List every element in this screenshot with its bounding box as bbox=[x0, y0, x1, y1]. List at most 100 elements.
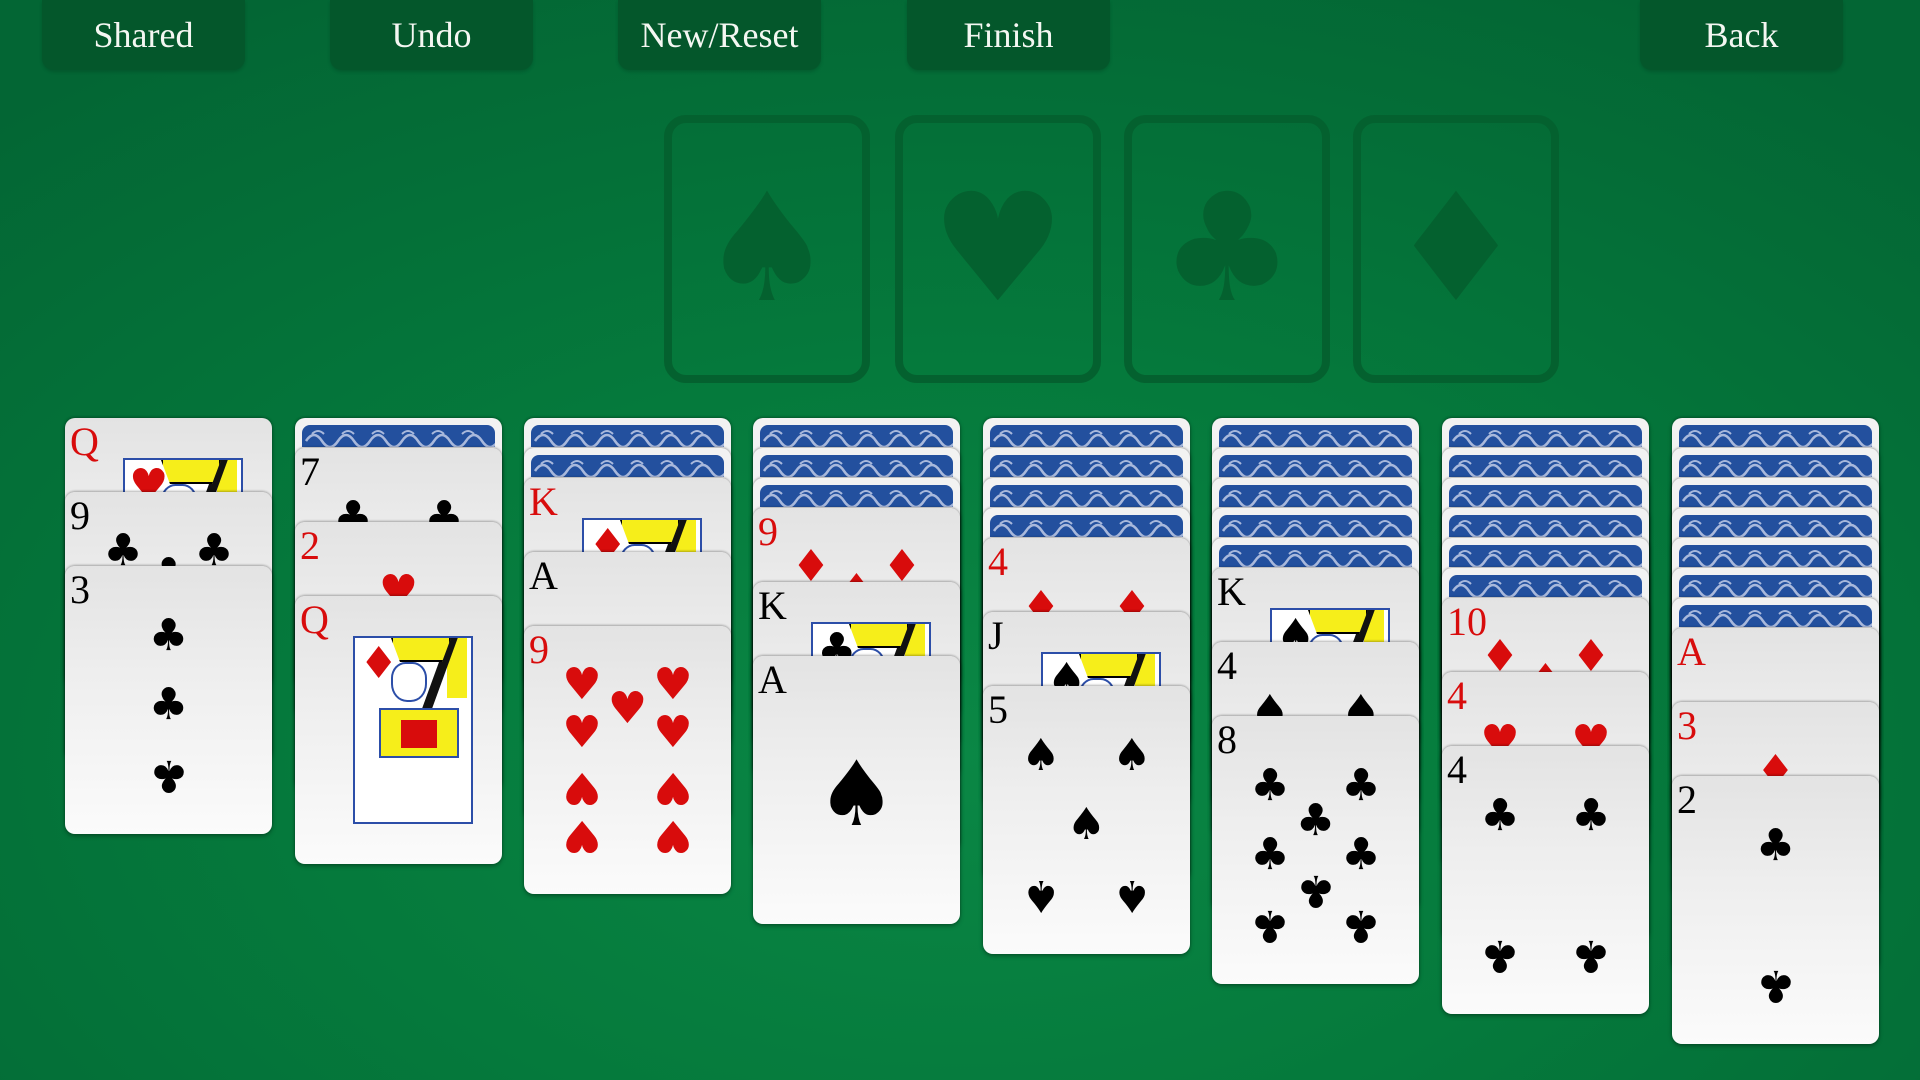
card-back-pattern bbox=[1219, 545, 1412, 567]
undo-button[interactable]: Undo bbox=[330, 0, 533, 70]
card-4-club[interactable]: 4 ♣ ♣ ♣ ♣ bbox=[1442, 746, 1649, 1014]
card-rank: 2 bbox=[300, 523, 320, 568]
card-rank: Q bbox=[70, 419, 99, 464]
card-A-spade[interactable]: A ♠ bbox=[753, 656, 960, 924]
heart-icon: ♥ bbox=[653, 658, 693, 710]
card-back-pattern bbox=[1679, 425, 1872, 447]
card-rank: A bbox=[1677, 629, 1706, 674]
face-card-portrait: ♦ bbox=[353, 636, 473, 824]
card-back-pattern bbox=[1449, 485, 1642, 507]
card-rank: 4 bbox=[1447, 747, 1467, 792]
club-icon: ♣ bbox=[1341, 900, 1381, 952]
spade-icon: ♠ bbox=[1021, 729, 1061, 781]
club-icon: ♣ bbox=[1571, 930, 1611, 982]
card-rank: K bbox=[758, 583, 787, 628]
foundation-clubs[interactable]: ♣ bbox=[1124, 115, 1330, 383]
card-back-pattern bbox=[1219, 425, 1412, 447]
card-back-pattern bbox=[531, 455, 724, 477]
card-8-club[interactable]: 8 ♣ ♣ ♣ ♣ ♣ ♣ ♣ ♣ bbox=[1212, 716, 1419, 984]
card-rank: Q bbox=[300, 597, 329, 642]
spade-icon: ♠ bbox=[1112, 870, 1152, 922]
foundation-diamonds[interactable]: ♦ bbox=[1353, 115, 1559, 383]
card-rank: 7 bbox=[300, 449, 320, 494]
spade-icon: ♠ bbox=[1112, 729, 1152, 781]
card-back-pattern bbox=[1449, 575, 1642, 597]
club-icon: ♣ bbox=[1755, 819, 1796, 871]
card-rank: 3 bbox=[70, 567, 90, 612]
card-rank: 2 bbox=[1677, 777, 1697, 822]
club-icon: ♣ bbox=[1250, 829, 1290, 881]
finish-button[interactable]: Finish bbox=[907, 0, 1110, 70]
heart-icon: ♥ bbox=[653, 707, 693, 759]
card-back-pattern bbox=[1679, 575, 1872, 597]
spade-icon: ♠ bbox=[699, 162, 835, 336]
card-back-pattern bbox=[990, 425, 1183, 447]
club-icon: ♣ bbox=[1250, 759, 1290, 811]
heart-icon: ♥ bbox=[562, 810, 602, 862]
heart-icon: ♥ bbox=[562, 707, 602, 759]
diamond-icon: ♦ bbox=[1388, 162, 1524, 336]
card-rank: 4 bbox=[1217, 643, 1237, 688]
card-back-pattern bbox=[1219, 485, 1412, 507]
heart-icon: ♥ bbox=[607, 683, 648, 735]
heart-icon: ♥ bbox=[562, 658, 602, 710]
card-back-pattern bbox=[1679, 485, 1872, 507]
club-icon: ♣ bbox=[1341, 829, 1381, 881]
club-icon: ♣ bbox=[1480, 789, 1520, 841]
card-back-pattern bbox=[1219, 515, 1412, 537]
card-back-pattern bbox=[1679, 545, 1872, 567]
club-icon: ♣ bbox=[148, 750, 189, 802]
card-rank: 9 bbox=[70, 493, 90, 538]
club-icon: ♣ bbox=[1341, 759, 1381, 811]
card-Q-diamond[interactable]: Q ♦ bbox=[295, 596, 502, 864]
card-rank: 3 bbox=[1677, 703, 1697, 748]
card-back-pattern bbox=[1449, 515, 1642, 537]
spade-icon: ♠ bbox=[1066, 799, 1107, 851]
card-3-club[interactable]: 3 ♣ ♣ ♣ bbox=[65, 566, 272, 834]
club-icon: ♣ bbox=[1295, 794, 1336, 846]
card-back-pattern bbox=[302, 425, 495, 447]
card-back-pattern bbox=[990, 485, 1183, 507]
club-icon: ♣ bbox=[1250, 900, 1290, 952]
card-back-pattern bbox=[1679, 455, 1872, 477]
back-button[interactable]: Back bbox=[1640, 0, 1843, 70]
heart-icon: ♥ bbox=[653, 761, 693, 813]
card-rank: 9 bbox=[529, 627, 549, 672]
card-back-pattern bbox=[1449, 425, 1642, 447]
shared-button[interactable]: Shared bbox=[42, 0, 245, 70]
card-rank: 4 bbox=[1447, 673, 1467, 718]
club-icon: ♣ bbox=[148, 679, 189, 731]
club-icon: ♣ bbox=[148, 609, 189, 661]
diamond-icon: ♦ bbox=[359, 638, 399, 689]
card-back-pattern bbox=[1449, 545, 1642, 567]
card-rank: K bbox=[529, 479, 558, 524]
card-5-spade[interactable]: 5 ♠ ♠ ♠ ♠ ♠ bbox=[983, 686, 1190, 954]
heart-icon: ♥ bbox=[653, 810, 693, 862]
card-rank: K bbox=[1217, 569, 1246, 614]
card-back-pattern bbox=[1679, 605, 1872, 627]
card-back-pattern bbox=[990, 515, 1183, 537]
club-icon: ♣ bbox=[1571, 789, 1611, 841]
card-rank: 8 bbox=[1217, 717, 1237, 762]
card-9-heart[interactable]: 9 ♥ ♥ ♥ ♥ ♥ ♥ ♥ ♥ ♥ bbox=[524, 626, 731, 894]
card-back-pattern bbox=[1219, 455, 1412, 477]
card-back-pattern bbox=[760, 425, 953, 447]
club-icon: ♣ bbox=[1480, 930, 1520, 982]
club-icon: ♣ bbox=[1755, 960, 1796, 1012]
card-rank: A bbox=[529, 553, 558, 598]
club-icon: ♣ bbox=[1159, 162, 1295, 336]
card-back-pattern bbox=[531, 425, 724, 447]
card-back-pattern bbox=[990, 455, 1183, 477]
card-back-pattern bbox=[760, 485, 953, 507]
new-reset-button[interactable]: New/Reset bbox=[618, 0, 821, 70]
card-rank: A bbox=[758, 657, 787, 702]
card-2-club[interactable]: 2 ♣ ♣ bbox=[1672, 776, 1879, 1044]
spade-icon: ♠ bbox=[1021, 870, 1061, 922]
spade-icon: ♠ bbox=[816, 742, 897, 848]
heart-icon: ♥ bbox=[562, 761, 602, 813]
foundation-spades[interactable]: ♠ bbox=[664, 115, 870, 383]
club-icon: ♣ bbox=[1295, 865, 1336, 917]
card-back-pattern bbox=[760, 455, 953, 477]
card-rank: 4 bbox=[988, 539, 1008, 584]
foundation-hearts[interactable]: ♥ bbox=[895, 115, 1101, 383]
